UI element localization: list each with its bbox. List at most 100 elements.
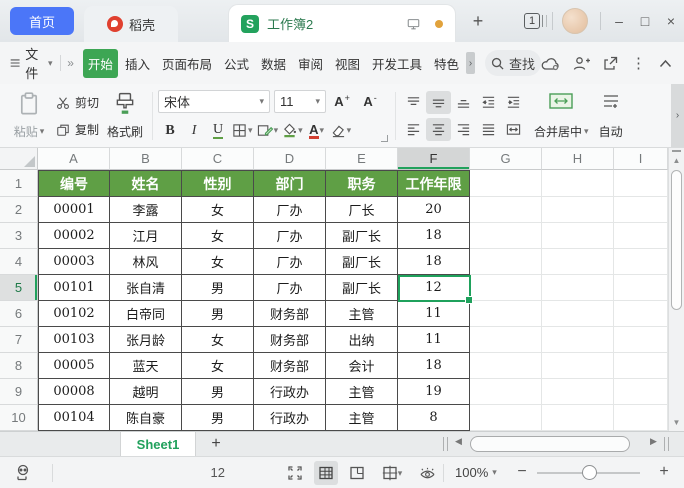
ribbon-tab-数据[interactable]: 数据 — [256, 49, 291, 78]
cell-D5[interactable]: 厂办 — [254, 275, 326, 301]
home-tab[interactable]: 首页 — [10, 7, 74, 35]
cell-I3[interactable] — [614, 223, 668, 249]
cell-A1[interactable]: 编号 — [38, 170, 110, 197]
cell-B2[interactable]: 李露 — [110, 197, 182, 223]
zoom-out-button[interactable]: − — [513, 463, 531, 481]
cell-B3[interactable]: 江月 — [110, 223, 182, 249]
fill-color-button[interactable]: ▾ — [280, 119, 305, 142]
cell-A7[interactable]: 00103 — [38, 327, 110, 353]
italic-button[interactable]: I — [182, 119, 206, 142]
cell-I7[interactable] — [614, 327, 668, 353]
cell-G4[interactable] — [470, 249, 542, 275]
distribute-text-button[interactable] — [501, 118, 526, 141]
share-icon[interactable] — [603, 56, 618, 71]
decrease-indent-button[interactable] — [476, 91, 501, 114]
row-header-6[interactable]: 6 — [0, 301, 38, 327]
cell-I4[interactable] — [614, 249, 668, 275]
present-monitor-icon[interactable] — [406, 17, 421, 31]
cell-E9[interactable]: 主管 — [326, 379, 398, 405]
cell-E4[interactable]: 副厂长 — [326, 249, 398, 275]
user-avatar[interactable] — [562, 8, 588, 34]
increase-indent-button[interactable] — [501, 91, 526, 114]
cell-E5[interactable]: 副厂长 — [326, 275, 398, 301]
column-header-C[interactable]: C — [182, 148, 254, 170]
cell-F7[interactable]: 11 — [398, 327, 470, 353]
selected-cell-outline[interactable] — [398, 275, 473, 304]
column-header-H[interactable]: H — [542, 148, 614, 170]
cell-D8[interactable]: 财务部 — [254, 353, 326, 379]
maximize-button[interactable]: □ — [634, 10, 656, 32]
column-header-A[interactable]: A — [38, 148, 110, 170]
cell-I5[interactable] — [614, 275, 668, 301]
cell-C1[interactable]: 性别 — [182, 170, 254, 197]
bold-button[interactable]: B — [158, 119, 182, 142]
page-layout-view-button[interactable]: ▾ — [376, 461, 408, 485]
font-color-button[interactable]: A ▾ — [305, 119, 329, 142]
cell-A8[interactable]: 00005 — [38, 353, 110, 379]
cell-A6[interactable]: 00102 — [38, 301, 110, 327]
cell-G6[interactable] — [470, 301, 542, 327]
horizontal-scroll-thumb[interactable] — [470, 436, 630, 452]
align-middle-button[interactable] — [426, 91, 452, 114]
cell-G3[interactable] — [470, 223, 542, 249]
cell-D10[interactable]: 行政办 — [254, 405, 326, 431]
cell-A3[interactable]: 00002 — [38, 223, 110, 249]
cell-B10[interactable]: 陈自豪 — [110, 405, 182, 431]
underline-button[interactable]: U — [206, 119, 230, 142]
cell-F4[interactable]: 18 — [398, 249, 470, 275]
column-header-F[interactable]: F — [398, 148, 470, 170]
cell-F6[interactable]: 11 — [398, 301, 470, 327]
row-header-2[interactable]: 2 — [0, 197, 38, 223]
row-header-3[interactable]: 3 — [0, 223, 38, 249]
zoom-slider[interactable] — [537, 465, 640, 480]
search-box[interactable]: 查找 — [484, 50, 541, 76]
format-painter-button[interactable]: 格式刷 — [103, 89, 147, 143]
cell-A2[interactable]: 00001 — [38, 197, 110, 223]
clear-button[interactable]: ▾ — [329, 119, 354, 142]
more-tabs-button[interactable]: › — [466, 52, 475, 74]
cell-A4[interactable]: 00003 — [38, 249, 110, 275]
cell-H5[interactable] — [542, 275, 614, 301]
draw-border-button[interactable]: ▾ — [255, 119, 281, 142]
ribbon-tab-页面布局[interactable]: 页面布局 — [157, 49, 217, 78]
close-button[interactable]: × — [660, 10, 682, 32]
cell-H10[interactable] — [542, 405, 614, 431]
borders-button[interactable]: ▾ — [230, 119, 255, 142]
cell-C3[interactable]: 女 — [182, 223, 254, 249]
cell-H4[interactable] — [542, 249, 614, 275]
cell-H2[interactable] — [542, 197, 614, 223]
cell-E8[interactable]: 会计 — [326, 353, 398, 379]
cell-B4[interactable]: 林风 — [110, 249, 182, 275]
cell-F10[interactable]: 8 — [398, 405, 470, 431]
cell-D3[interactable]: 厂办 — [254, 223, 326, 249]
cell-D4[interactable]: 厂办 — [254, 249, 326, 275]
column-header-G[interactable]: G — [470, 148, 542, 170]
cell-G2[interactable] — [470, 197, 542, 223]
row-header-9[interactable]: 9 — [0, 379, 38, 405]
cell-F3[interactable]: 18 — [398, 223, 470, 249]
font-size-select[interactable]: 11 ▾ — [274, 90, 327, 113]
cell-I10[interactable] — [614, 405, 668, 431]
scroll-down-arrow[interactable]: ▼ — [669, 417, 684, 429]
cell-I9[interactable] — [614, 379, 668, 405]
align-left-button[interactable] — [401, 118, 426, 141]
cell-G5[interactable] — [470, 275, 542, 301]
align-center-button[interactable] — [426, 118, 452, 141]
cell-E10[interactable]: 主管 — [326, 405, 398, 431]
cell-E6[interactable]: 主管 — [326, 301, 398, 327]
ribbon-tab-公式[interactable]: 公式 — [219, 49, 254, 78]
cell-E3[interactable]: 副厂长 — [326, 223, 398, 249]
minimize-button[interactable]: – — [608, 10, 630, 32]
cell-F2[interactable]: 20 — [398, 197, 470, 223]
overflow-chevrons[interactable]: » — [67, 56, 74, 70]
ribbon-tab-插入[interactable]: 插入 — [120, 49, 155, 78]
scrollbar-grip[interactable] — [664, 437, 669, 451]
cell-E2[interactable]: 厂长 — [326, 197, 398, 223]
cell-A9[interactable]: 00008 — [38, 379, 110, 405]
cell-D6[interactable]: 财务部 — [254, 301, 326, 327]
row-header-10[interactable]: 10 — [0, 405, 38, 431]
scroll-up-arrow[interactable]: ▲ — [669, 155, 684, 167]
new-tab-button[interactable]: + — [466, 9, 490, 33]
cell-C5[interactable]: 男 — [182, 275, 254, 301]
scroll-left-arrow[interactable]: ◀ — [455, 436, 462, 447]
